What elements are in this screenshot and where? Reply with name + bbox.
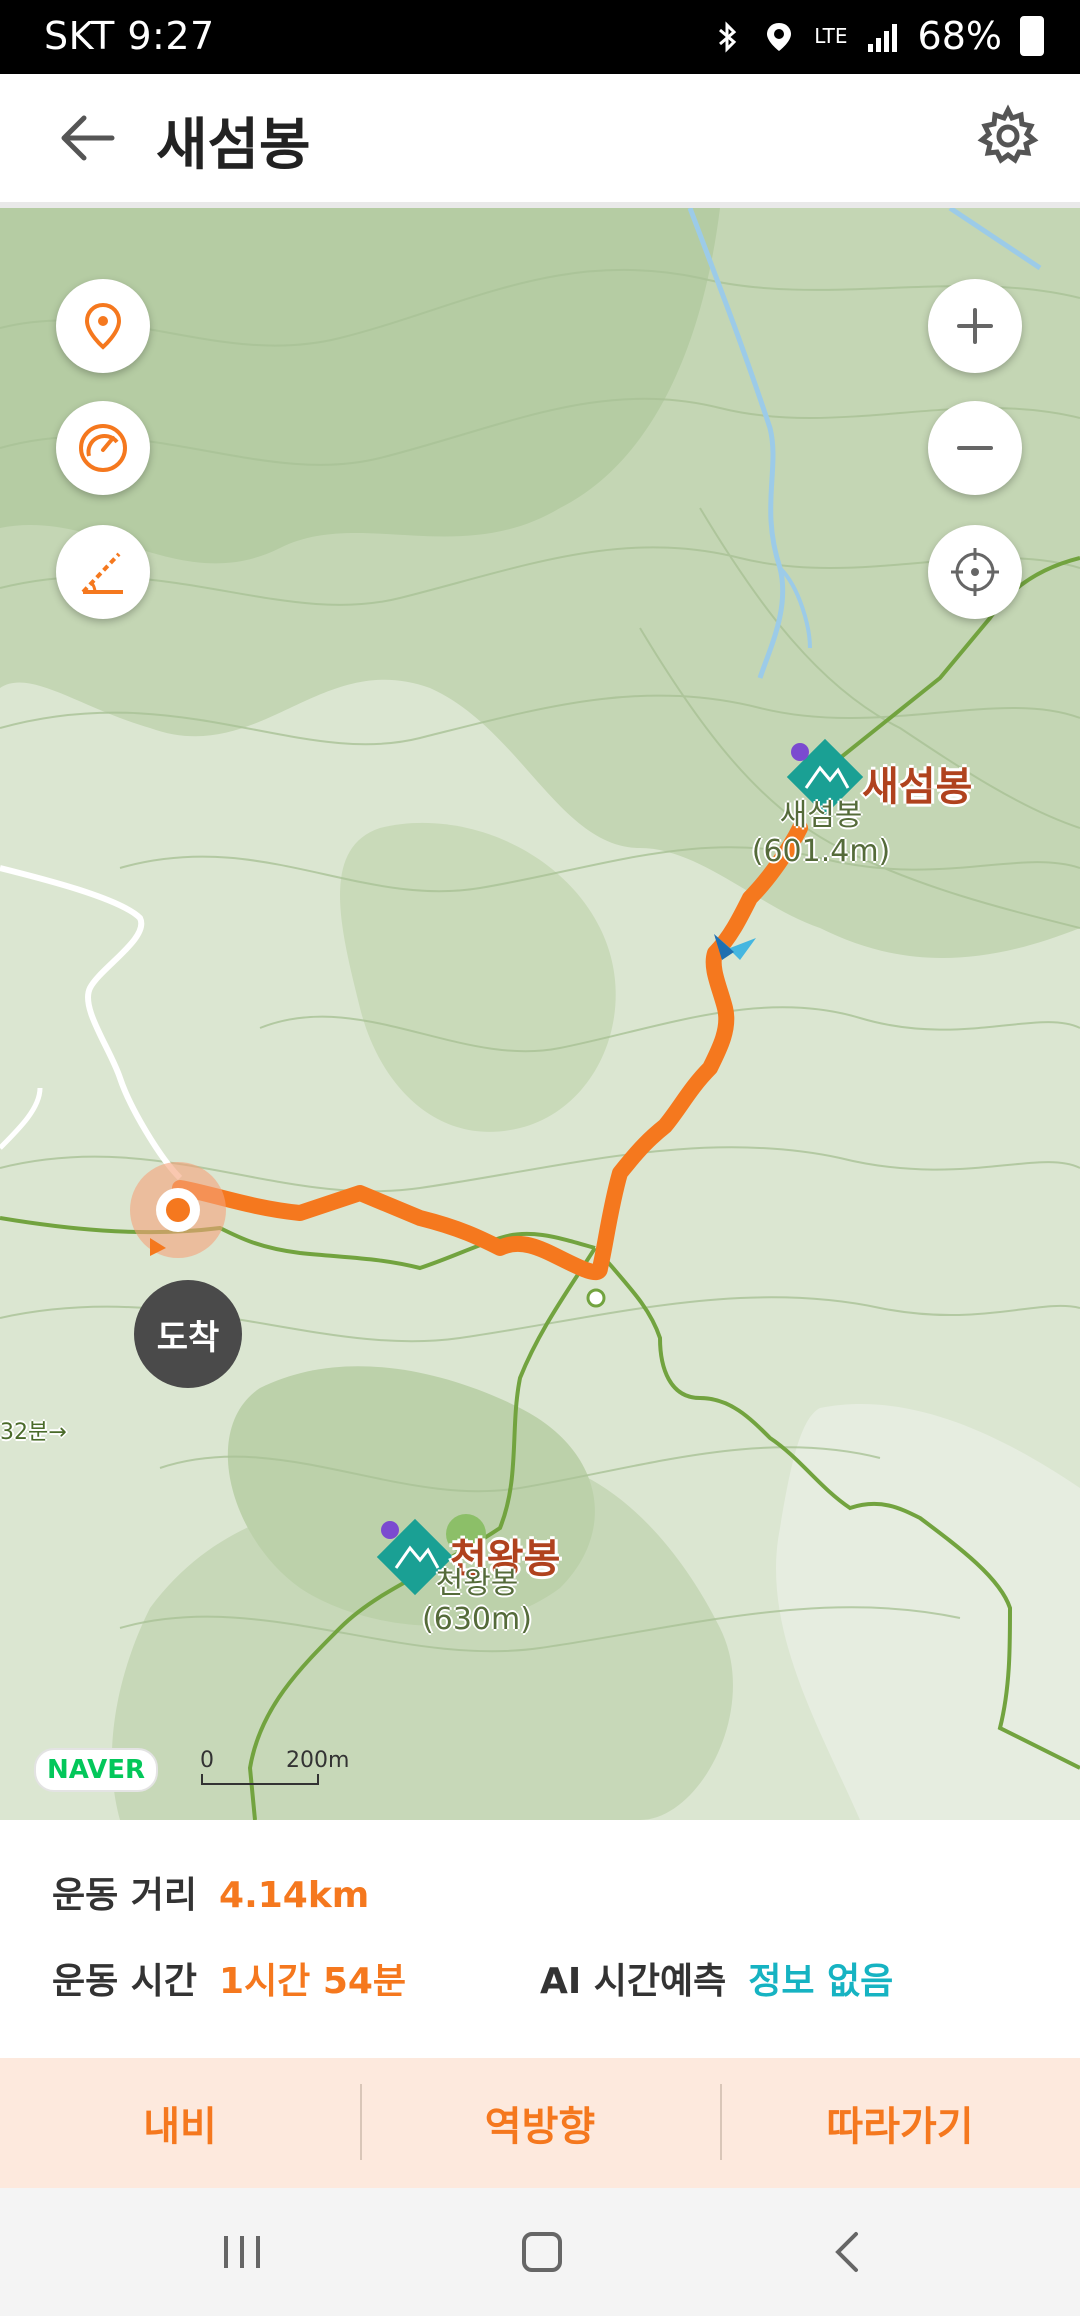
action-bar: 내비 역방향 따라가기 (0, 2058, 1080, 2188)
system-back-button[interactable] (808, 2222, 888, 2282)
saeseombong-name: 새섬봉 (779, 798, 863, 833)
arrow-left-icon (61, 115, 115, 161)
speedometer-button[interactable] (56, 401, 150, 495)
scale-value: 200m (286, 1748, 350, 1773)
recent-apps-button[interactable] (202, 2222, 282, 2282)
recent-apps-icon (224, 2236, 260, 2268)
gear-icon (977, 104, 1039, 164)
reverse-button[interactable]: 역방향 (360, 2058, 720, 2188)
arrive-badge[interactable]: 도착 (134, 1280, 242, 1388)
slope-icon (81, 552, 123, 594)
signal-icon (866, 19, 900, 53)
scale-bar (201, 1774, 319, 1785)
naver-logo: NAVER (34, 1748, 158, 1792)
time-value: 1시간 54분 (219, 1961, 407, 2002)
zoom-out-button[interactable] (928, 401, 1022, 495)
status-bar: SKT 9:27 LTE 68% (0, 0, 1080, 74)
network-type: LTE (814, 24, 848, 48)
map-view[interactable]: 새섬봉 새섬봉 (601.4m) 천왕봉 천왕봉 (630m) 도착 32분→ … (0, 208, 1080, 1820)
battery-percent: 68% (917, 14, 1002, 58)
follow-button[interactable]: 따라가기 (720, 2058, 1080, 2188)
distance-label: 운동 거리 (52, 1875, 198, 1916)
location-icon (762, 19, 796, 53)
time-label: 운동 시간 (52, 1961, 198, 2002)
workout-info-panel: 운동 거리 4.14km 운동 시간 1시간 54분 AI 시간예측 정보 없음 (0, 1820, 1080, 2058)
cheonwangbong-height: (630m) (422, 1602, 532, 1637)
map-scale: 0 200m (200, 1748, 349, 1788)
distance-value: 4.14km (219, 1875, 370, 1916)
time-row: 운동 시간 1시간 54분 (52, 1952, 406, 2004)
slope-button[interactable] (56, 525, 150, 619)
zoom-in-icon (957, 308, 993, 344)
ai-row: AI 시간예측 정보 없음 (540, 1952, 893, 2004)
bluetooth-icon (710, 19, 744, 53)
zoom-in-button[interactable] (928, 279, 1022, 373)
navi-button[interactable]: 내비 (0, 2058, 360, 2188)
zoom-out-icon (957, 446, 993, 450)
page-title: 새섬봉 (156, 113, 311, 178)
scale-zero: 0 (200, 1748, 214, 1773)
status-carrier-time: SKT 9:27 (44, 14, 215, 58)
cheonwangbong-sub-label: 천왕봉 (630m) (402, 1566, 552, 1638)
home-button[interactable] (502, 2222, 582, 2282)
ai-value: 정보 없음 (748, 1961, 894, 2002)
home-icon (522, 2232, 562, 2272)
crosshair-icon (951, 548, 999, 596)
trail-time-label: 32분→ (0, 1420, 67, 1445)
ai-label: AI 시간예측 (540, 1961, 727, 2002)
app-bar: 새섬봉 (0, 74, 1080, 208)
battery-icon (1020, 16, 1044, 56)
status-right: LTE 68% (710, 14, 1044, 58)
location-pin-icon (84, 302, 122, 350)
distance-row: 운동 거리 4.14km (52, 1866, 369, 1918)
back-icon (835, 2232, 858, 2272)
cheonwangbong-name: 천왕봉 (435, 1566, 519, 1601)
speedometer-icon (79, 424, 127, 472)
location-pin-button[interactable] (56, 279, 150, 373)
back-button[interactable] (52, 108, 132, 168)
settings-button[interactable] (976, 104, 1040, 168)
current-location-button[interactable] (928, 525, 1022, 619)
saeseombong-sub-label: 새섬봉 (601.4m) (746, 798, 896, 870)
saeseombong-height: (601.4m) (751, 834, 891, 869)
system-nav-bar (0, 2188, 1080, 2316)
